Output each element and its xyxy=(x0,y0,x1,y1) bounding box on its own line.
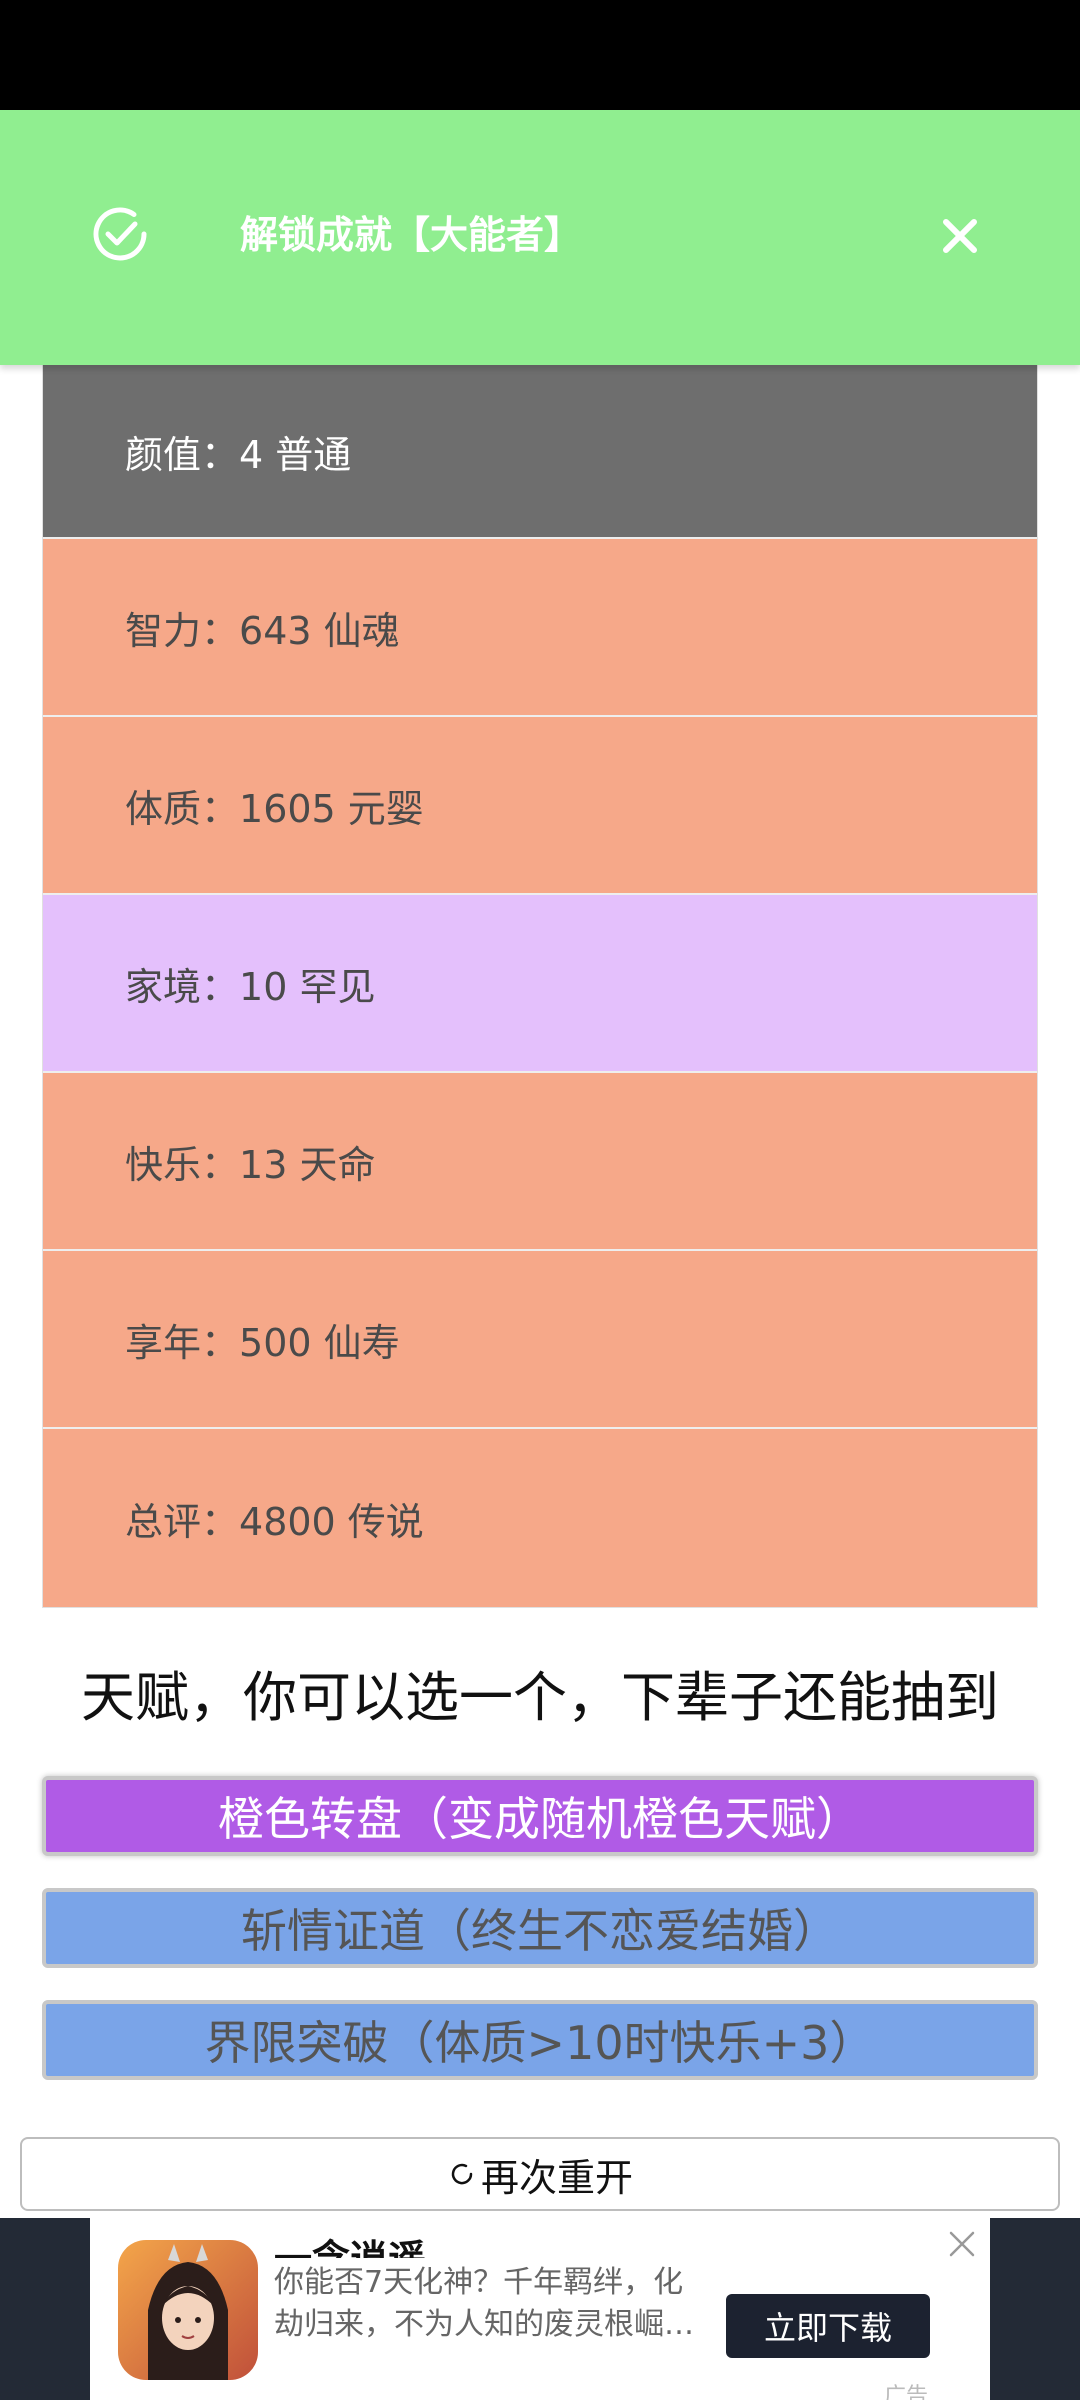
close-icon[interactable] xyxy=(940,216,980,256)
toast-message: 解锁成就【大能者】 xyxy=(240,213,583,257)
stat-value: 500 仙寿 xyxy=(239,1320,400,1365)
talent-option-no-love[interactable]: 斩情证道（终生不恋爱结婚） xyxy=(42,1888,1038,1968)
talent-section-title: 天赋，你可以选一个，下辈子还能抽到 xyxy=(81,1666,999,1729)
ad-label: 广告 xyxy=(884,2384,929,2400)
stat-row-intelligence: 智力： 643 仙魂 xyxy=(43,539,1037,717)
stat-value: 643 仙魂 xyxy=(239,608,400,653)
ad-description-line: 你能否7天化神？千年羁绊，化 xyxy=(274,2265,684,2300)
stat-row-happiness: 快乐： 13 天命 xyxy=(43,1073,1037,1251)
stat-label: 体质： xyxy=(125,786,240,831)
ad-description: 你能否7天化神？千年羁绊，化 劫归来，不为人知的废灵根崛… xyxy=(274,2262,704,2346)
stat-label: 享年： xyxy=(125,1320,240,1365)
restart-label: 再次重开 xyxy=(480,2155,633,2200)
attribute-summary: 颜值： 4 普通 智力： 643 仙魂 体质： 1605 元婴 家境： 10 罕… xyxy=(42,365,1038,1608)
stat-value: 4 普通 xyxy=(239,432,352,477)
restart-button[interactable]: 再次重开 xyxy=(20,2137,1060,2211)
refresh-icon xyxy=(451,2163,473,2185)
stat-value: 1605 元婴 xyxy=(239,786,424,831)
stat-value: 13 天命 xyxy=(239,1142,376,1187)
talent-option-orange-wheel[interactable]: 橙色转盘（变成随机橙色天赋） xyxy=(42,1776,1038,1856)
stat-label: 家境： xyxy=(125,964,240,1009)
stat-row-appearance: 颜值： 4 普通 xyxy=(43,365,1037,539)
stat-label: 颜值： xyxy=(125,432,240,477)
stat-row-overall: 总评： 4800 传说 xyxy=(43,1429,1037,1607)
stat-row-lifespan: 享年： 500 仙寿 xyxy=(43,1251,1037,1429)
ad-close-icon[interactable] xyxy=(948,2230,976,2258)
stat-value: 10 罕见 xyxy=(239,964,376,1009)
ad-banner[interactable]: 一念逍遥 你能否7天化神？千年羁绊，化 劫归来，不为人知的废灵根崛… 立即下载 … xyxy=(90,2218,990,2400)
download-button[interactable]: 立即下载 xyxy=(726,2294,930,2358)
game-app-icon xyxy=(118,2240,258,2380)
stat-value: 4800 传说 xyxy=(239,1499,424,1544)
achievement-toast: 解锁成就【大能者】 xyxy=(0,110,1080,365)
ad-title: 一念逍遥 xyxy=(274,2224,426,2258)
talent-option-limit-break[interactable]: 界限突破（体质>10时快乐+3） xyxy=(42,2000,1038,2080)
status-bar xyxy=(0,0,1080,110)
stat-row-family: 家境： 10 罕见 xyxy=(43,895,1037,1073)
stat-label: 快乐： xyxy=(125,1142,240,1187)
stat-label: 总评： xyxy=(125,1499,240,1544)
check-circle-icon xyxy=(93,207,147,261)
stat-row-constitution: 体质： 1605 元婴 xyxy=(43,717,1037,895)
stat-label: 智力： xyxy=(125,608,240,653)
ad-description-line: 劫归来，不为人知的废灵根崛… xyxy=(274,2307,694,2342)
